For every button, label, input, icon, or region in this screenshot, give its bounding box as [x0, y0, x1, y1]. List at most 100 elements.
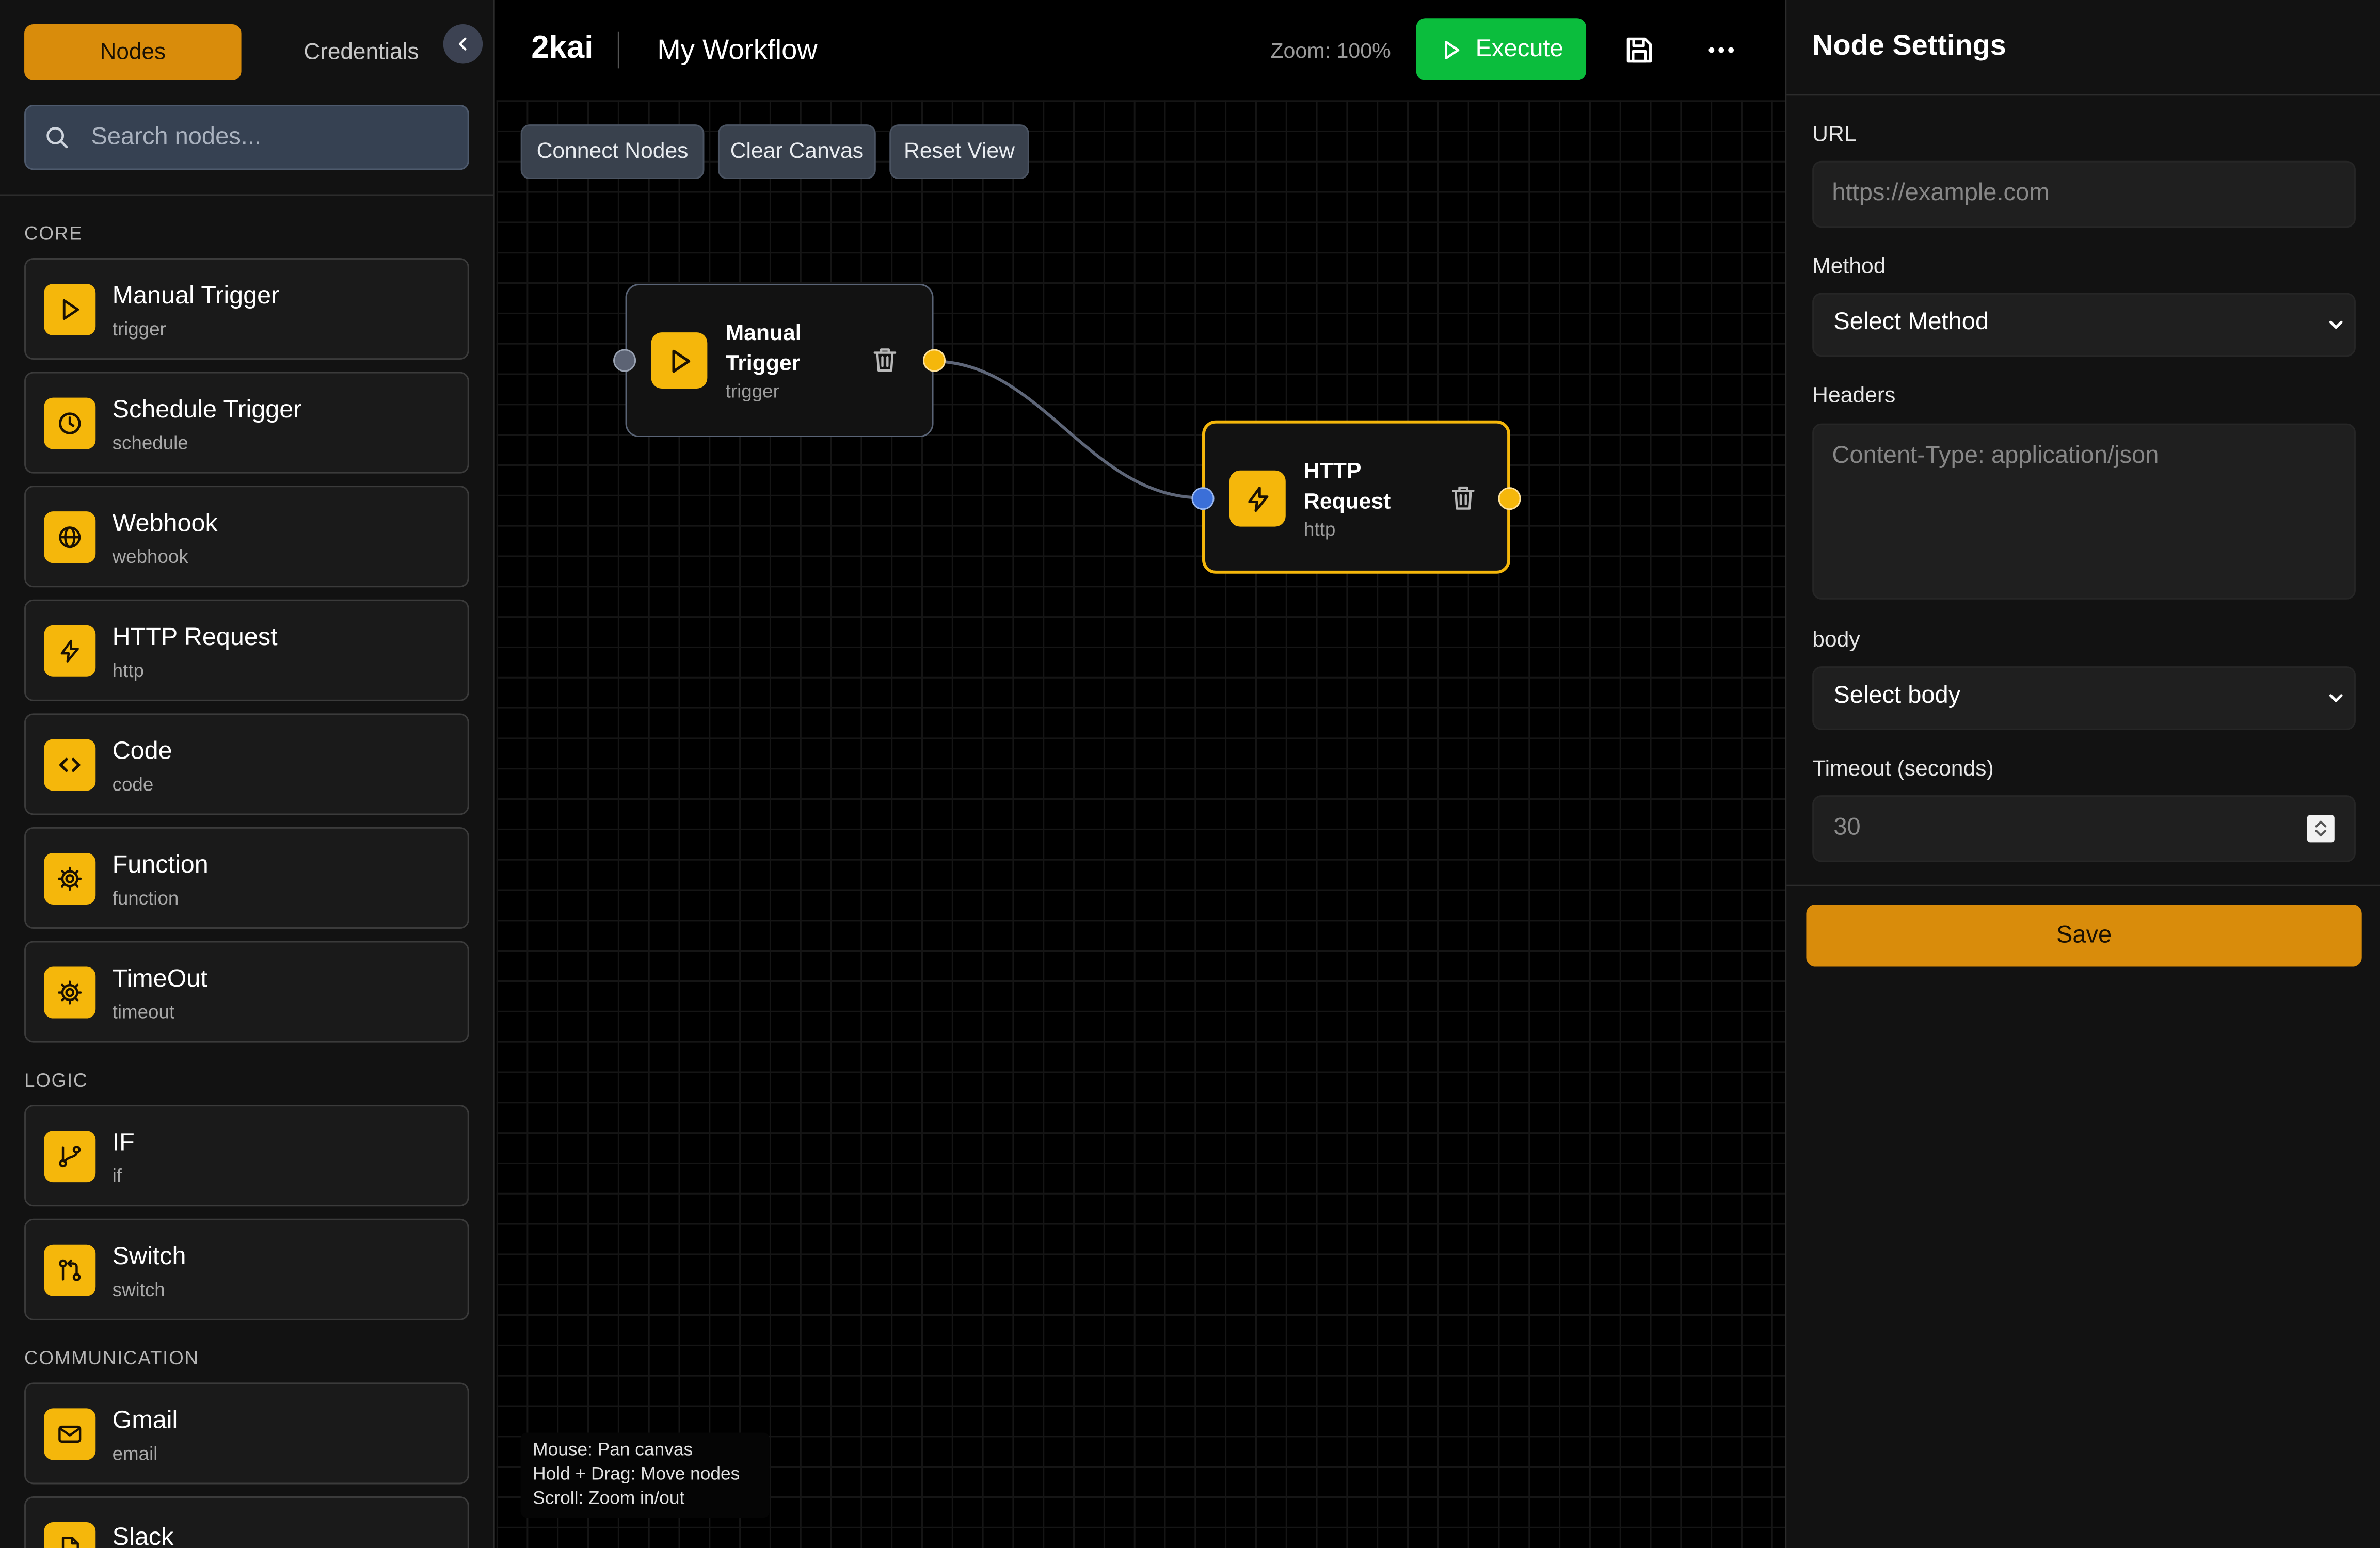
body-select[interactable]: Select body [1812, 666, 2356, 730]
sidebar-item-subtitle: trigger [112, 318, 166, 340]
headers-label: Headers [1812, 384, 1896, 409]
trash-icon [1452, 486, 1475, 510]
play-icon [651, 332, 708, 389]
sidebar-item-title: Code [112, 737, 172, 765]
sidebar-item-title: Manual Trigger [112, 282, 280, 310]
headers-field-wrapper [1812, 423, 2356, 600]
file-icon [44, 1522, 96, 1548]
sidebar-item-subtitle: code [112, 774, 154, 796]
app-window: Nodes Credentials CORE Manual Trigger tr… [0, 0, 2380, 1548]
timeout-value: 30 [1833, 815, 1861, 841]
help-line: Hold + Drag: Move nodes [533, 1463, 740, 1485]
play-icon [44, 284, 96, 336]
output-port[interactable] [922, 349, 946, 372]
url-label: URL [1812, 123, 1857, 148]
canvas-node-http-request[interactable]: HTTP Request http [1191, 420, 1521, 574]
code-icon [44, 739, 96, 791]
collapse-sidebar-button[interactable] [443, 24, 483, 64]
sidebar-item-subtitle: webhook [112, 546, 188, 568]
sidebar-item-if[interactable]: IF if [24, 1105, 469, 1207]
section-label-logic: LOGIC [24, 1070, 88, 1091]
sidebar-item-title: Webhook [112, 510, 218, 538]
delete-node-button[interactable] [1448, 482, 1478, 513]
node-title: Manual Trigger [725, 321, 802, 377]
method-select[interactable]: Select Method [1812, 293, 2356, 357]
canvas-node-manual-trigger[interactable]: Manual Trigger trigger [613, 284, 946, 438]
sidebar-item-gmail[interactable]: Gmail email [24, 1382, 469, 1485]
canvas-help-panel: Mouse: Pan canvas Hold + Drag: Move node… [520, 1432, 770, 1518]
divider [1786, 884, 2380, 886]
clock-icon [44, 397, 96, 449]
headers-textarea[interactable] [1814, 425, 2355, 598]
sidebar-item-slack[interactable]: Slack [24, 1496, 469, 1548]
sidebar-item-title: TimeOut [112, 965, 207, 993]
body-selected-value: Select body [1833, 683, 1961, 709]
save-settings-button[interactable]: Save [1806, 904, 2362, 967]
sidebar-item-code[interactable]: Code code [24, 713, 469, 815]
node-subtitle: http [1304, 519, 1336, 541]
help-line: Mouse: Pan canvas [533, 1439, 693, 1460]
gear-icon [44, 852, 96, 905]
url-field-wrapper [1812, 160, 2356, 228]
chevron-down-icon [2329, 694, 2343, 702]
branch-icon [44, 1131, 96, 1183]
connection-edge[interactable] [932, 360, 1203, 499]
gear-icon [44, 966, 96, 1019]
body-label: body [1812, 628, 1860, 653]
sidebar-item-title: Switch [112, 1243, 186, 1270]
sidebar-item-title: Schedule Trigger [112, 396, 302, 424]
search-box [24, 104, 469, 170]
chevron-left-icon [458, 37, 467, 51]
workflow-canvas-area: 2kai My Workflow Zoom: 100% Execute Conn… [496, 0, 1785, 1548]
globe-icon [44, 511, 96, 563]
sidebar-item-webhook[interactable]: Webhook webhook [24, 486, 469, 588]
panel-title: Node Settings [1812, 30, 2006, 62]
help-line: Scroll: Zoom in/out [533, 1487, 685, 1509]
node-title: HTTP Request [1304, 460, 1391, 515]
timeout-stepper[interactable] [2307, 815, 2335, 843]
sidebar-item-title: IF [112, 1129, 135, 1157]
sidebar-item-subtitle: email [112, 1443, 158, 1465]
trash-icon [873, 348, 897, 372]
stepper-arrows-icon [2315, 820, 2327, 837]
connection-layer [932, 360, 1203, 499]
input-port[interactable] [613, 349, 636, 372]
sidebar-item-schedule-trigger[interactable]: Schedule Trigger schedule [24, 372, 469, 474]
sidebar-item-http-request[interactable]: HTTP Request http [24, 599, 469, 701]
sidebar-header: Nodes Credentials [0, 0, 493, 196]
sidebar-item-title: HTTP Request [112, 623, 278, 651]
input-port[interactable] [1191, 487, 1215, 510]
sidebar-item-manual-trigger[interactable]: Manual Trigger trigger [24, 258, 469, 360]
sidebar-item-subtitle: http [112, 660, 144, 682]
sidebar-item-subtitle: timeout [112, 1002, 175, 1023]
method-selected-value: Select Method [1833, 310, 1989, 336]
search-icon [46, 127, 68, 149]
sidebar-item-switch[interactable]: Switch switch [24, 1218, 469, 1320]
sidebar-item-subtitle: switch [112, 1279, 165, 1301]
url-input[interactable] [1814, 162, 2355, 227]
delete-node-button[interactable] [870, 345, 900, 375]
pull-request-icon [44, 1244, 96, 1296]
sidebar-item-title: Slack [112, 1523, 174, 1548]
method-label: Method [1812, 255, 1886, 280]
node-subtitle: trigger [725, 381, 779, 402]
sidebar-item-subtitle: if [112, 1165, 122, 1187]
lightning-icon [1229, 470, 1286, 527]
tab-credentials[interactable]: Credentials [267, 24, 456, 80]
chevron-down-icon [2329, 320, 2343, 329]
divider [1786, 94, 2380, 96]
sidebar-item-timeout[interactable]: TimeOut timeout [24, 941, 469, 1043]
sidebar-item-title: Gmail [112, 1407, 178, 1434]
node-sidebar: Nodes Credentials CORE Manual Trigger tr… [0, 0, 495, 1548]
lightning-icon [44, 625, 96, 677]
timeout-input[interactable]: 30 [1812, 795, 2356, 862]
tab-nodes[interactable]: Nodes [24, 24, 242, 80]
sidebar-item-function[interactable]: Function function [24, 827, 469, 929]
output-port[interactable] [1498, 487, 1521, 510]
sidebar-item-title: Function [112, 851, 209, 879]
sidebar-item-subtitle: function [112, 888, 179, 909]
mail-icon [44, 1408, 96, 1460]
timeout-label: Timeout (seconds) [1812, 757, 1994, 782]
section-label-core: CORE [24, 223, 83, 245]
search-input[interactable] [88, 106, 460, 169]
